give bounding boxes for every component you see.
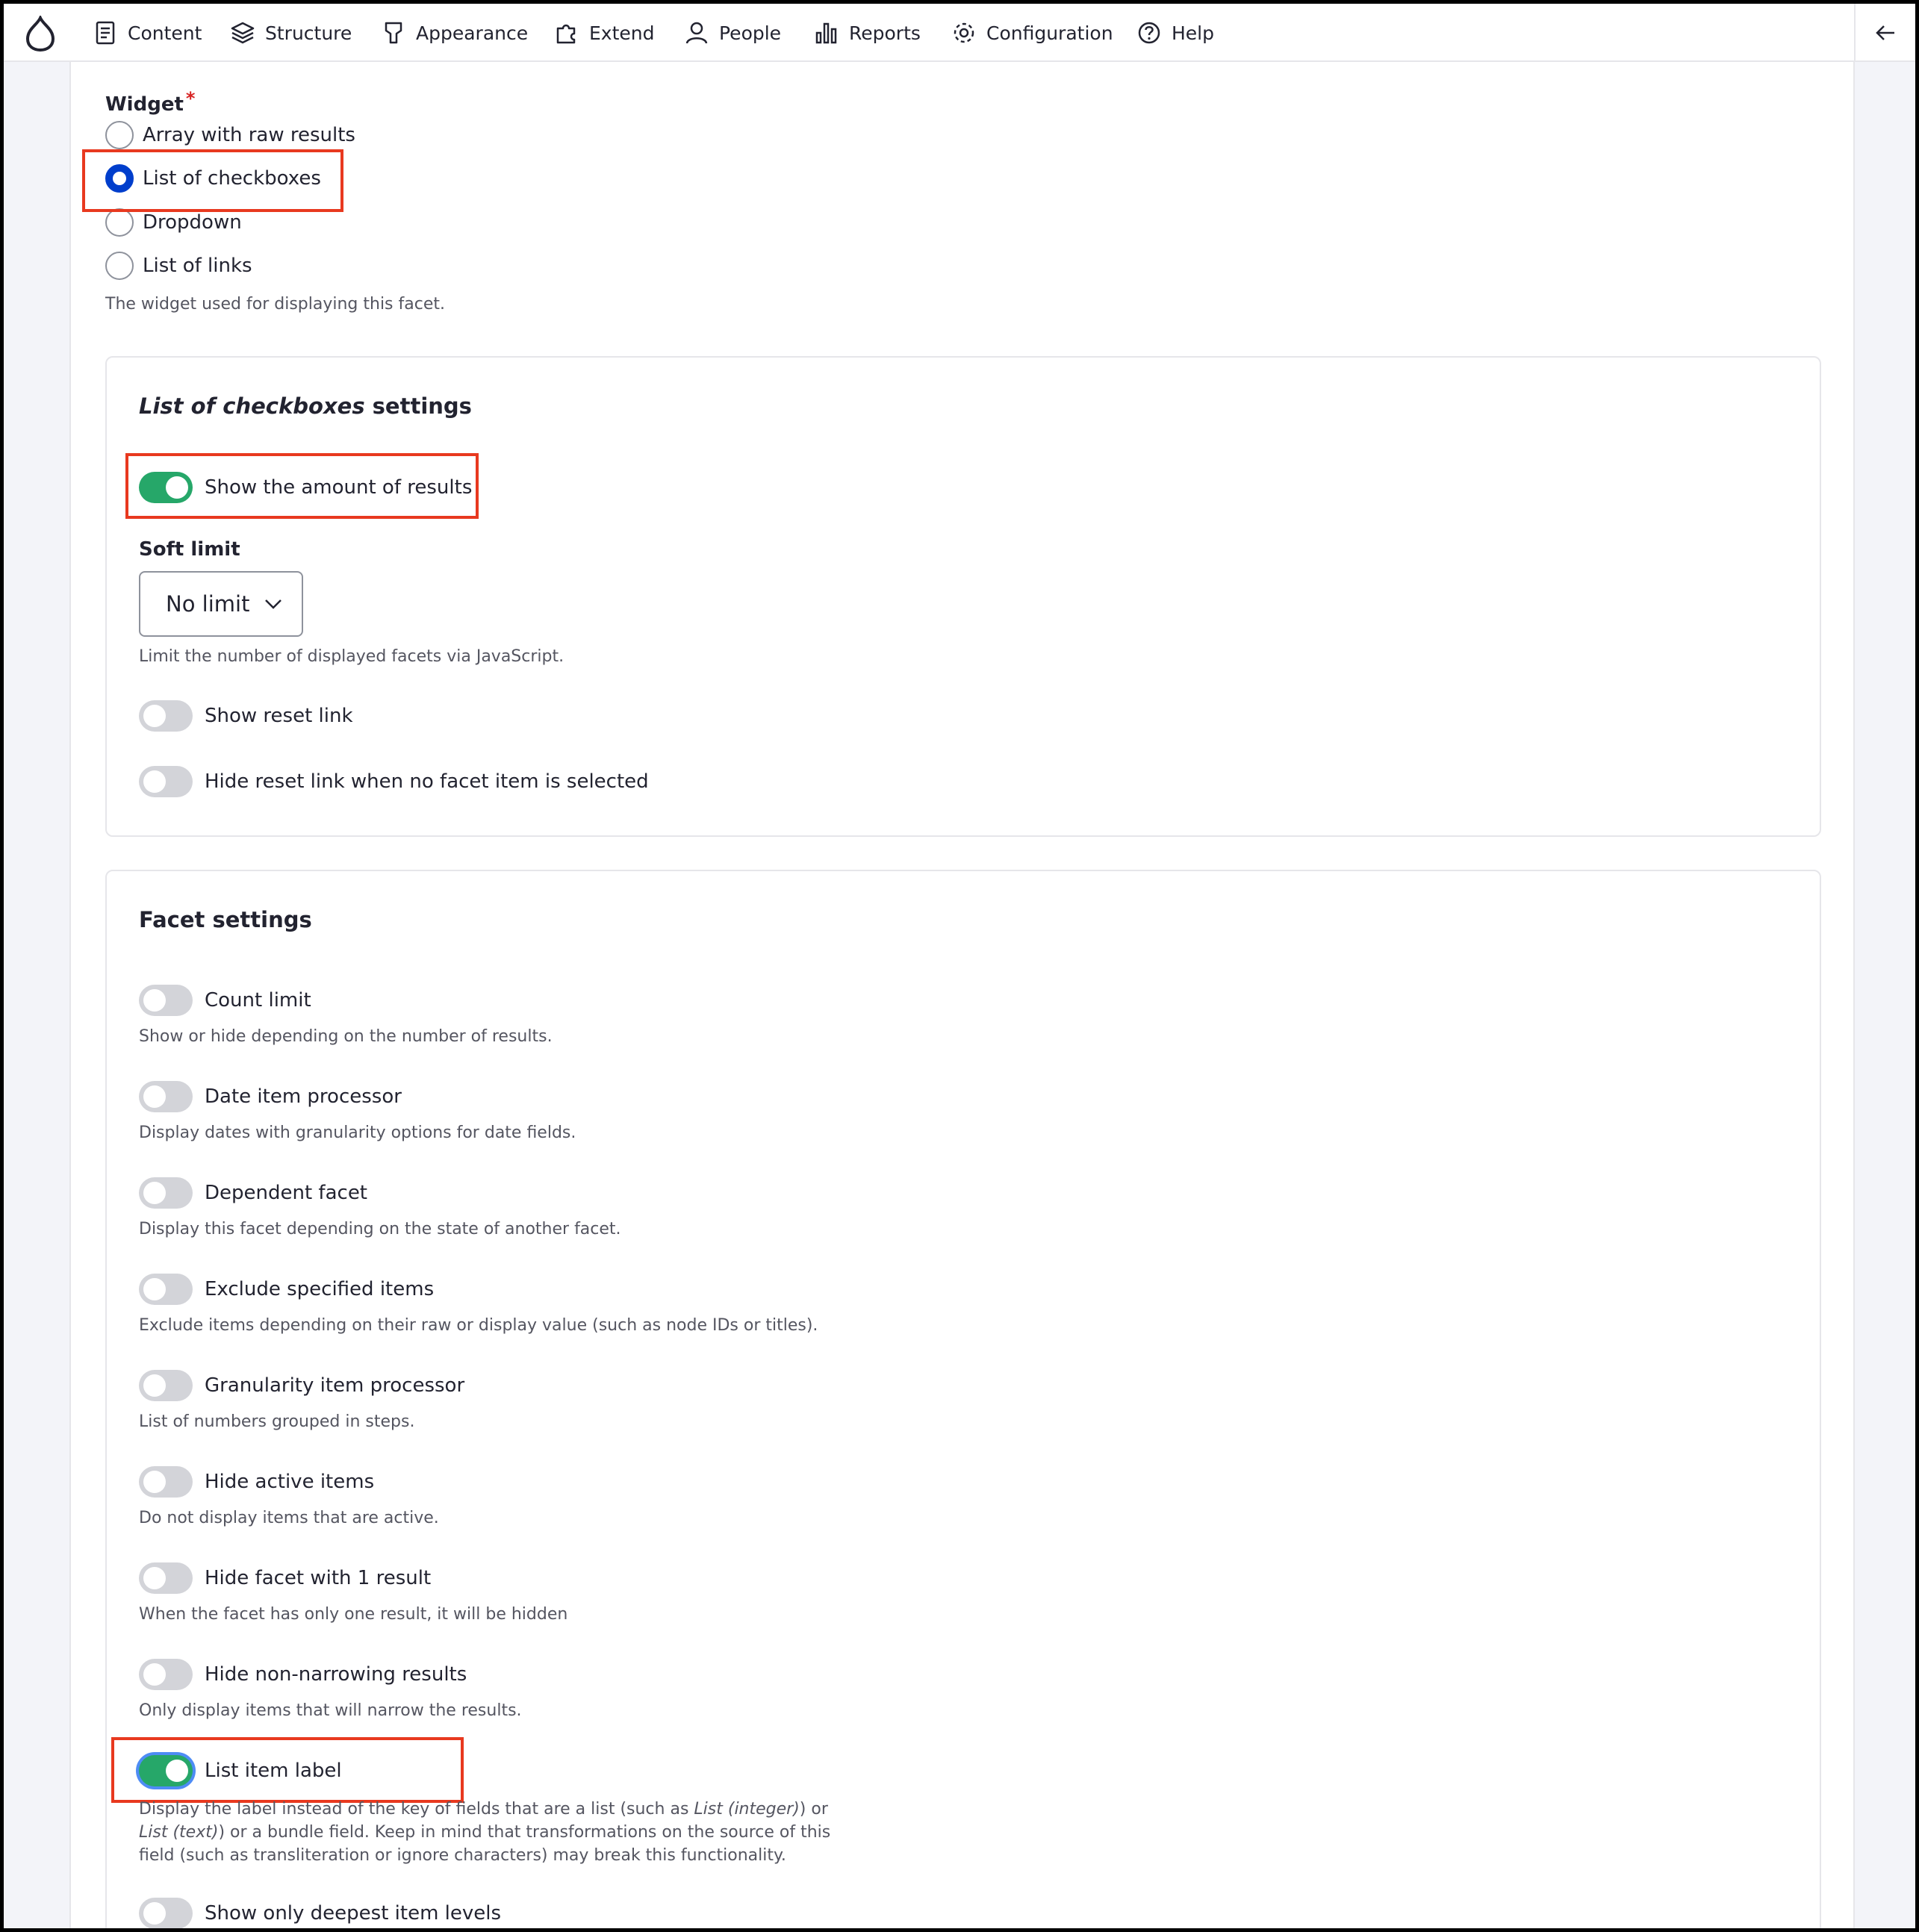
required-mark: * [185, 88, 196, 109]
toggle-show-deepest-levels[interactable]: Show only deepest item levels [139, 1898, 502, 1928]
toggle-exclude-specified-items[interactable]: Exclude specified items [139, 1274, 434, 1305]
nav-item-reports[interactable]: Reports [813, 4, 921, 62]
nav-label: Content [128, 22, 202, 44]
toggle-switch[interactable] [139, 1466, 193, 1498]
toggle-switch[interactable] [139, 700, 193, 732]
collapse-toolbar-button[interactable] [1854, 4, 1915, 62]
toggle-granularity-item-processor[interactable]: Granularity item processor [139, 1370, 464, 1401]
toggle-label: Hide reset link when no facet item is se… [205, 770, 649, 793]
hide-facet-one-result-description: When the facet has only one result, it w… [139, 1605, 568, 1624]
hide-active-items-description: Do not display items that are active. [139, 1509, 439, 1527]
exclude-specified-items-description: Exclude items depending on their raw or … [139, 1316, 818, 1335]
chevron-down-icon [265, 599, 282, 609]
toggle-switch[interactable] [139, 1081, 193, 1112]
toggle-switch[interactable] [139, 1370, 193, 1401]
radio-label: List of links [143, 255, 252, 277]
reports-icon [815, 22, 837, 44]
nav-label: Appearance [416, 22, 529, 44]
nav-item-people[interactable]: People [683, 4, 781, 62]
drupal-logo-icon[interactable] [23, 16, 57, 52]
toggle-dependent-facet[interactable]: Dependent facet [139, 1177, 367, 1209]
toggle-label: Show only deepest item levels [205, 1902, 502, 1925]
highlight-box [125, 453, 479, 519]
checkbox-settings-panel [105, 356, 1821, 837]
people-icon [685, 22, 708, 44]
dependent-facet-description: Display this facet depending on the stat… [139, 1220, 621, 1238]
toggle-switch[interactable] [139, 1274, 193, 1305]
radio-dropdown[interactable]: Dropdown [105, 208, 242, 237]
toggle-label: Hide facet with 1 result [205, 1567, 432, 1589]
nav-item-help[interactable]: Help [1136, 4, 1214, 62]
toggle-switch[interactable] [139, 1177, 193, 1209]
radio-label: Array with raw results [143, 124, 355, 146]
radio-label: Dropdown [143, 211, 242, 234]
toggle-label: Hide active items [205, 1471, 375, 1493]
radio-button[interactable] [105, 208, 134, 237]
nav-label: People [719, 22, 782, 44]
admin-toolbar: Content Structure Appearance Extend Peop… [4, 4, 1915, 62]
toggle-switch[interactable] [139, 1898, 193, 1928]
nav-label: Reports [849, 22, 921, 44]
toggle-switch[interactable] [139, 985, 193, 1016]
page-frame: Content Structure Appearance Extend Peop… [0, 0, 1919, 1932]
radio-button[interactable] [105, 252, 134, 280]
help-icon [1138, 22, 1160, 44]
facet-settings-title: Facet settings [139, 907, 312, 932]
radio-button[interactable] [105, 121, 134, 149]
select-value: No limit [166, 591, 250, 617]
radio-list-of-links[interactable]: List of links [105, 252, 252, 280]
right-gutter [1853, 62, 1915, 1928]
nav-item-appearance[interactable]: Appearance [380, 4, 528, 62]
hide-non-narrowing-results-description: Only display items that will narrow the … [139, 1701, 522, 1720]
nav-label: Configuration [986, 22, 1113, 44]
structure-icon [231, 22, 255, 44]
radio-array-raw-results[interactable]: Array with raw results [105, 121, 355, 149]
configuration-icon [954, 22, 974, 43]
nav-item-extend[interactable]: Extend [553, 4, 655, 62]
arrow-left-icon [1876, 25, 1894, 40]
nav-item-content[interactable]: Content [92, 4, 202, 62]
toggle-switch[interactable] [139, 766, 193, 797]
highlight-box [111, 1737, 464, 1803]
widget-label: Widget * [105, 88, 196, 116]
toggle-label: Dependent facet [205, 1182, 368, 1204]
nav-label: Help [1172, 22, 1214, 44]
toggle-label: Hide non-narrowing results [205, 1663, 467, 1686]
list-item-label-description: Display the label instead of the key of … [139, 1800, 831, 1865]
toggle-hide-reset-link[interactable]: Hide reset link when no facet item is se… [139, 766, 649, 797]
content-icon [96, 21, 115, 45]
granularity-item-processor-description: List of numbers grouped in steps. [139, 1412, 415, 1431]
extend-icon [556, 24, 576, 44]
toggle-count-limit[interactable]: Count limit [139, 985, 311, 1016]
nav-label: Structure [265, 22, 352, 44]
widget-description: The widget used for displaying this face… [105, 295, 445, 314]
nav-label: Extend [589, 22, 655, 44]
toggle-date-item-processor[interactable]: Date item processor [139, 1081, 402, 1112]
toggle-label: Date item processor [205, 1085, 402, 1108]
date-item-processor-description: Display dates with granularity options f… [139, 1124, 576, 1142]
toggle-hide-active-items[interactable]: Hide active items [139, 1466, 374, 1498]
left-gutter [4, 62, 71, 1928]
soft-limit-select[interactable]: No limit [139, 571, 303, 637]
toggle-switch[interactable] [139, 1562, 193, 1594]
toggle-switch[interactable] [139, 1659, 193, 1690]
appearance-icon [385, 22, 402, 44]
count-limit-description: Show or hide depending on the number of … [139, 1027, 553, 1046]
soft-limit-label: Soft limit [139, 538, 240, 561]
toggle-label: Count limit [205, 989, 311, 1012]
toggle-label: Show reset link [205, 705, 353, 727]
toggle-hide-non-narrowing-results[interactable]: Hide non-narrowing results [139, 1659, 467, 1690]
checkbox-settings-title: List of checkboxes settings [139, 393, 472, 419]
toggle-show-reset-link[interactable]: Show reset link [139, 700, 353, 732]
toggle-label: Exclude specified items [205, 1278, 435, 1300]
soft-limit-description: Limit the number of displayed facets via… [139, 647, 564, 666]
toggle-label: Granularity item processor [205, 1374, 465, 1397]
highlight-box [82, 149, 343, 212]
nav-item-configuration[interactable]: Configuration [951, 4, 1113, 62]
toggle-hide-facet-one-result[interactable]: Hide facet with 1 result [139, 1562, 431, 1594]
nav-item-structure[interactable]: Structure [229, 4, 352, 62]
